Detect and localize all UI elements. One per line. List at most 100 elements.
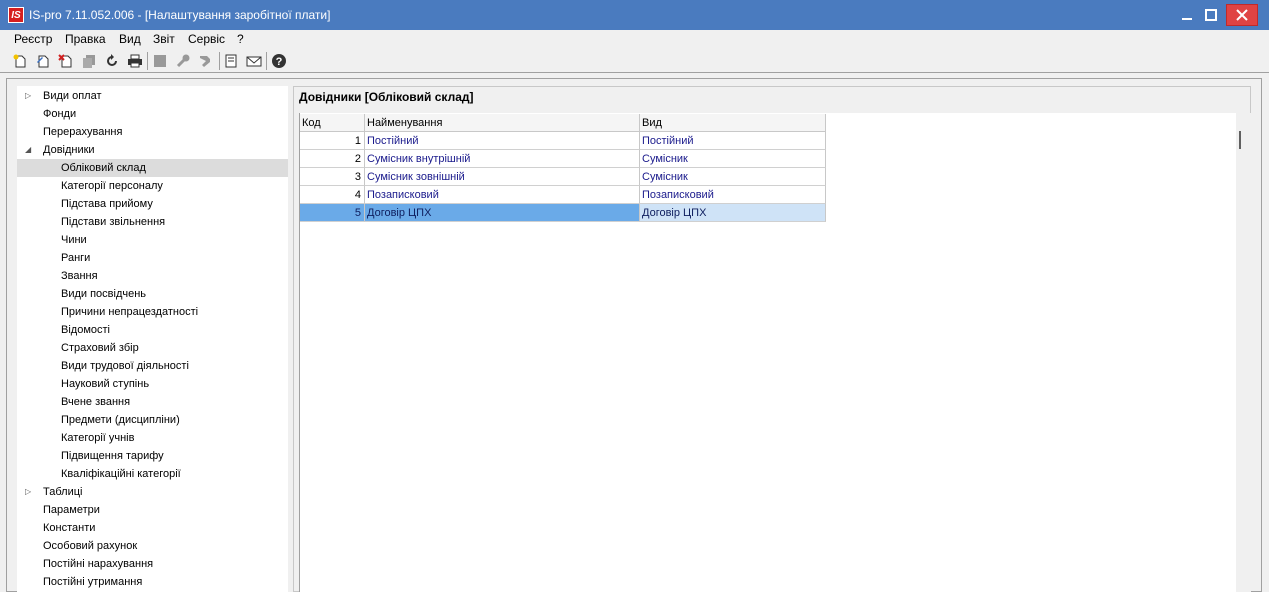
column-header-kind[interactable]: Вид xyxy=(640,114,826,132)
maximize-button[interactable] xyxy=(1196,0,1226,30)
cell-kind[interactable]: Сумісник xyxy=(640,150,826,168)
cell-code[interactable]: 3 xyxy=(300,168,365,186)
menu-edit[interactable]: Правка xyxy=(65,32,106,46)
tree-item[interactable]: Страховий збір xyxy=(17,339,288,357)
document-button[interactable] xyxy=(222,52,240,70)
tree-item-label: Перерахування xyxy=(43,126,123,138)
tree-item[interactable]: Підстава прийому xyxy=(17,195,288,213)
tree-item[interactable]: Категорії персоналу xyxy=(17,177,288,195)
tree-item-label: Науковий ступінь xyxy=(61,378,150,390)
minimize-icon xyxy=(1182,18,1192,20)
wrench-button[interactable] xyxy=(174,52,192,70)
tree-item-label: Константи xyxy=(43,522,96,534)
expanded-arrow-icon[interactable]: ◢ xyxy=(25,141,31,159)
document-icon xyxy=(225,54,237,68)
menu-report[interactable]: Звіт xyxy=(153,32,175,46)
tree-item-label: Ранги xyxy=(61,252,91,264)
toolbar-separator xyxy=(147,52,148,70)
edit-doc-button[interactable] xyxy=(34,52,52,70)
column-header-code[interactable]: Код xyxy=(300,114,365,132)
vertical-scrollbar[interactable] xyxy=(1236,113,1251,592)
tree-item[interactable]: Науковий ступінь xyxy=(17,375,288,393)
menu-view[interactable]: Вид xyxy=(119,32,141,46)
collapsed-arrow-icon[interactable]: ▷ xyxy=(25,87,31,105)
tree-item-label: Підстава прийому xyxy=(61,198,153,210)
cell-name[interactable]: Постійний xyxy=(365,132,640,150)
svg-text:?: ? xyxy=(276,56,283,68)
tree-item[interactable]: Чини xyxy=(17,231,288,249)
tree-item[interactable]: Фонди xyxy=(17,105,288,123)
tree-item[interactable]: ◢ Довідники xyxy=(17,141,288,159)
tree-item-label: Вчене звання xyxy=(61,396,131,408)
tree-item-label: Фонди xyxy=(43,108,77,120)
menu-bar: Реєстр Правка Вид Звіт Сервіс ? xyxy=(0,30,1269,49)
tree-item-label: Звання xyxy=(61,270,98,282)
envelope-icon xyxy=(246,56,262,67)
cell-kind[interactable]: Договір ЦПХ xyxy=(640,204,826,222)
tree-item-label: Відомості xyxy=(61,324,110,336)
tree-item-label: Види трудової діяльності xyxy=(61,360,189,372)
tree-item[interactable]: ▷ Види оплат xyxy=(17,87,288,105)
tree-item[interactable]: Вчене звання xyxy=(17,393,288,411)
tree-item[interactable]: Види трудової діяльності xyxy=(17,357,288,375)
copy-icon xyxy=(83,55,95,68)
tree-item[interactable]: Постійні утримання xyxy=(17,573,288,591)
scrollbar-thumb[interactable] xyxy=(1239,131,1241,149)
tree-item[interactable]: Предмети (дисципліни) xyxy=(17,411,288,429)
envelope-button[interactable] xyxy=(245,52,263,70)
tree-item[interactable]: Параметри xyxy=(17,501,288,519)
help-button[interactable]: ? xyxy=(270,52,288,70)
cell-name[interactable]: Сумісник зовнішній xyxy=(365,168,640,186)
tool-button[interactable] xyxy=(197,52,215,70)
tree-item-label: Категорії учнів xyxy=(61,432,135,444)
tree-item[interactable]: Перерахування xyxy=(17,123,288,141)
tree-item[interactable]: Обліковий склад xyxy=(17,159,288,177)
refresh-button[interactable] xyxy=(103,52,121,70)
cell-code[interactable]: 4 xyxy=(300,186,365,204)
tree-item[interactable]: Ранги xyxy=(17,249,288,267)
cell-name[interactable]: Сумісник внутрішній xyxy=(365,150,640,168)
panel-title: Довідники [Обліковий склад] xyxy=(299,90,474,104)
cell-code[interactable]: 2 xyxy=(300,150,365,168)
menu-registry[interactable]: Реєстр xyxy=(14,32,52,46)
tree-item-label: Причини непрацездатності xyxy=(61,306,199,318)
tree-item[interactable]: Причини непрацездатності xyxy=(17,303,288,321)
help-icon: ? xyxy=(272,54,286,68)
tree-item[interactable]: Підвищення тарифу xyxy=(17,447,288,465)
new-doc-icon xyxy=(13,54,26,68)
delete-doc-button[interactable] xyxy=(57,52,75,70)
tree-item[interactable]: Звання xyxy=(17,267,288,285)
print-button[interactable] xyxy=(126,52,144,70)
cell-code[interactable]: 1 xyxy=(300,132,365,150)
cell-name[interactable]: Позаписковий xyxy=(365,186,640,204)
new-doc-button[interactable] xyxy=(11,52,29,70)
cell-name[interactable]: Договір ЦПХ xyxy=(365,204,640,222)
toolbar-separator xyxy=(219,52,220,70)
menu-help[interactable]: ? xyxy=(237,32,244,46)
cell-kind[interactable]: Постійний xyxy=(640,132,826,150)
copy-button[interactable] xyxy=(80,52,98,70)
cell-kind[interactable]: Сумісник xyxy=(640,168,826,186)
cell-kind[interactable]: Позаписковий xyxy=(640,186,826,204)
menu-service[interactable]: Сервіс xyxy=(188,32,225,46)
tree-item[interactable]: Кваліфікаційні категорії xyxy=(17,465,288,483)
tree-item[interactable]: Види посвідчень xyxy=(17,285,288,303)
tree-item[interactable]: Особовий рахунок xyxy=(17,537,288,555)
edit-doc-icon xyxy=(37,55,49,68)
square-button[interactable] xyxy=(151,52,169,70)
collapsed-arrow-icon[interactable]: ▷ xyxy=(25,483,31,501)
tree-item[interactable]: Підстави звільнення xyxy=(17,213,288,231)
close-button[interactable] xyxy=(1226,4,1258,26)
wrench-icon xyxy=(176,54,190,68)
column-header-name[interactable]: Найменування xyxy=(365,114,640,132)
tree-item-label: Таблиці xyxy=(43,486,83,498)
app-logo-icon: IS xyxy=(8,7,24,23)
refresh-icon xyxy=(107,54,117,66)
tree-item[interactable]: Відомості xyxy=(17,321,288,339)
tree-item[interactable]: Категорії учнів xyxy=(17,429,288,447)
toolbar: ? xyxy=(0,49,1269,73)
tree-item[interactable]: ▷ Таблиці xyxy=(17,483,288,501)
tree-item[interactable]: Постійні нарахування xyxy=(17,555,288,573)
cell-code[interactable]: 5 xyxy=(300,204,365,222)
tree-item[interactable]: Константи xyxy=(17,519,288,537)
